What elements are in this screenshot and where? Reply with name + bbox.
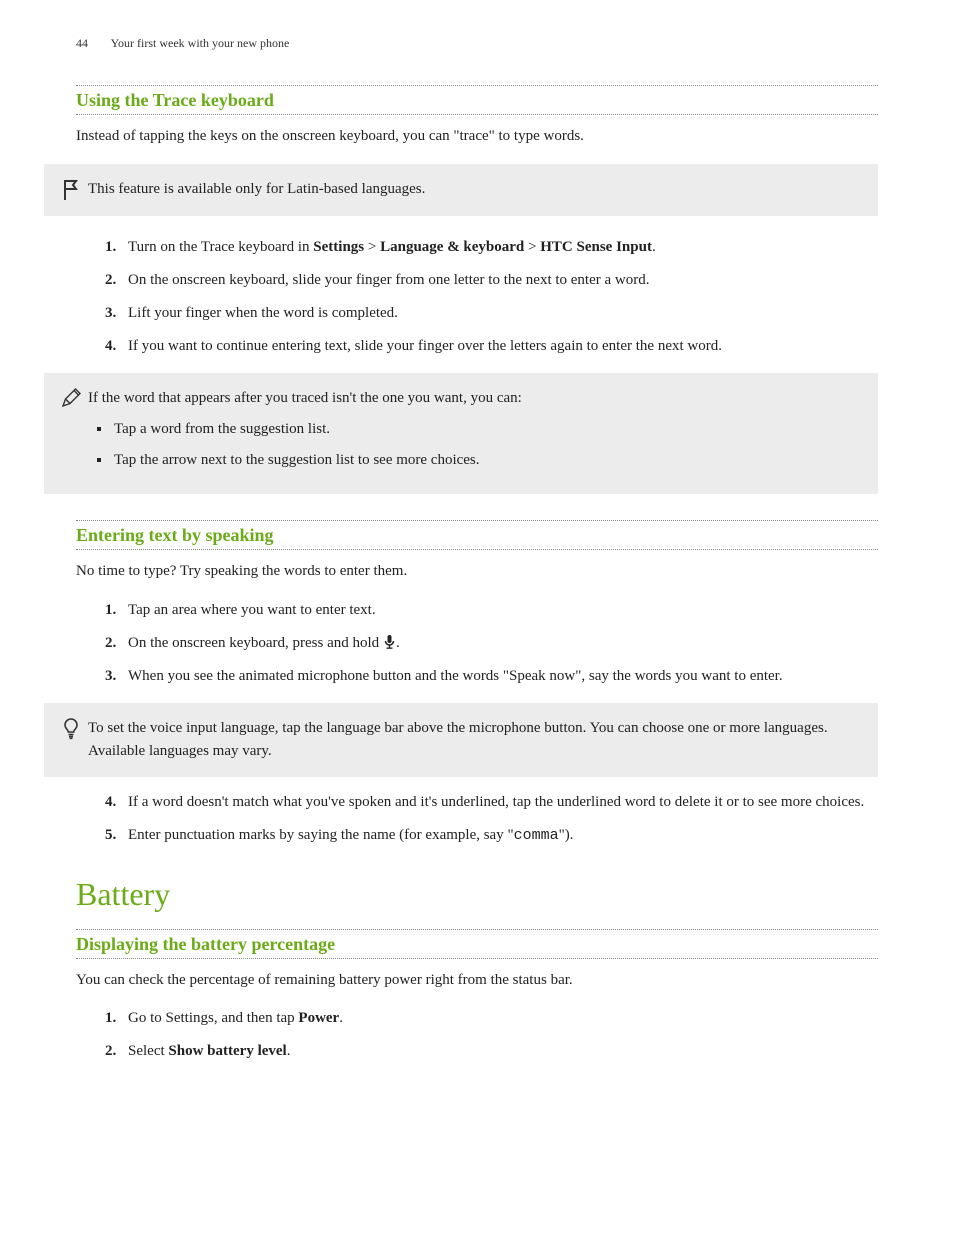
- flag-icon: [61, 178, 81, 202]
- step-item: When you see the animated microphone but…: [120, 665, 878, 688]
- step-item: Select Show battery level.: [120, 1040, 878, 1063]
- ordered-steps: Tap an area where you want to enter text…: [76, 599, 878, 689]
- step-item: Lift your finger when the word is comple…: [120, 302, 878, 325]
- step-item: If a word doesn't match what you've spok…: [120, 791, 878, 814]
- section-rule: Using the Trace keyboard: [76, 85, 878, 115]
- bullet-list: Tap a word from the suggestion list. Tap…: [88, 418, 868, 473]
- step-item: If you want to continue entering text, s…: [120, 335, 878, 358]
- list-item: Tap the arrow next to the suggestion lis…: [112, 449, 868, 472]
- page-number: 44: [76, 36, 108, 51]
- heading-battery-percentage: Displaying the battery percentage: [76, 930, 878, 958]
- lightbulb-icon: [61, 717, 81, 741]
- ordered-steps: If a word doesn't match what you've spok…: [76, 791, 878, 848]
- paragraph: You can check the percentage of remainin…: [76, 969, 878, 992]
- list-item: Tap a word from the suggestion list.: [112, 418, 868, 441]
- ordered-steps: Turn on the Trace keyboard in Settings >…: [76, 236, 878, 359]
- heading-battery: Battery: [76, 876, 878, 913]
- tip-callout: If the word that appears after you trace…: [44, 373, 878, 495]
- step-item: On the onscreen keyboard, press and hold…: [120, 632, 878, 655]
- pencil-icon: [60, 387, 82, 409]
- running-header: 44 Your first week with your new phone: [76, 36, 878, 51]
- step-item: Turn on the Trace keyboard in Settings >…: [120, 236, 878, 259]
- microphone-icon: [383, 634, 396, 650]
- step-item: Tap an area where you want to enter text…: [120, 599, 878, 622]
- section-rule: Displaying the battery percentage: [76, 929, 878, 959]
- running-title: Your first week with your new phone: [111, 36, 290, 50]
- tip-callout: To set the voice input language, tap the…: [44, 703, 878, 778]
- paragraph: Instead of tapping the keys on the onscr…: [76, 125, 878, 148]
- note-text: This feature is available only for Latin…: [88, 178, 868, 201]
- paragraph: No time to type? Try speaking the words …: [76, 560, 878, 583]
- section-rule: Entering text by speaking: [76, 520, 878, 550]
- step-item: Go to Settings, and then tap Power.: [120, 1007, 878, 1030]
- note-callout: This feature is available only for Latin…: [44, 164, 878, 216]
- step-item: Enter punctuation marks by saying the na…: [120, 824, 878, 847]
- heading-speaking: Entering text by speaking: [76, 521, 878, 549]
- ordered-steps: Go to Settings, and then tap Power. Sele…: [76, 1007, 878, 1064]
- document-page: 44 Your first week with your new phone U…: [0, 0, 954, 1138]
- tip-text: If the word that appears after you trace…: [88, 387, 868, 481]
- tip-text: To set the voice input language, tap the…: [88, 717, 868, 764]
- heading-trace-keyboard: Using the Trace keyboard: [76, 86, 878, 114]
- step-item: On the onscreen keyboard, slide your fin…: [120, 269, 878, 292]
